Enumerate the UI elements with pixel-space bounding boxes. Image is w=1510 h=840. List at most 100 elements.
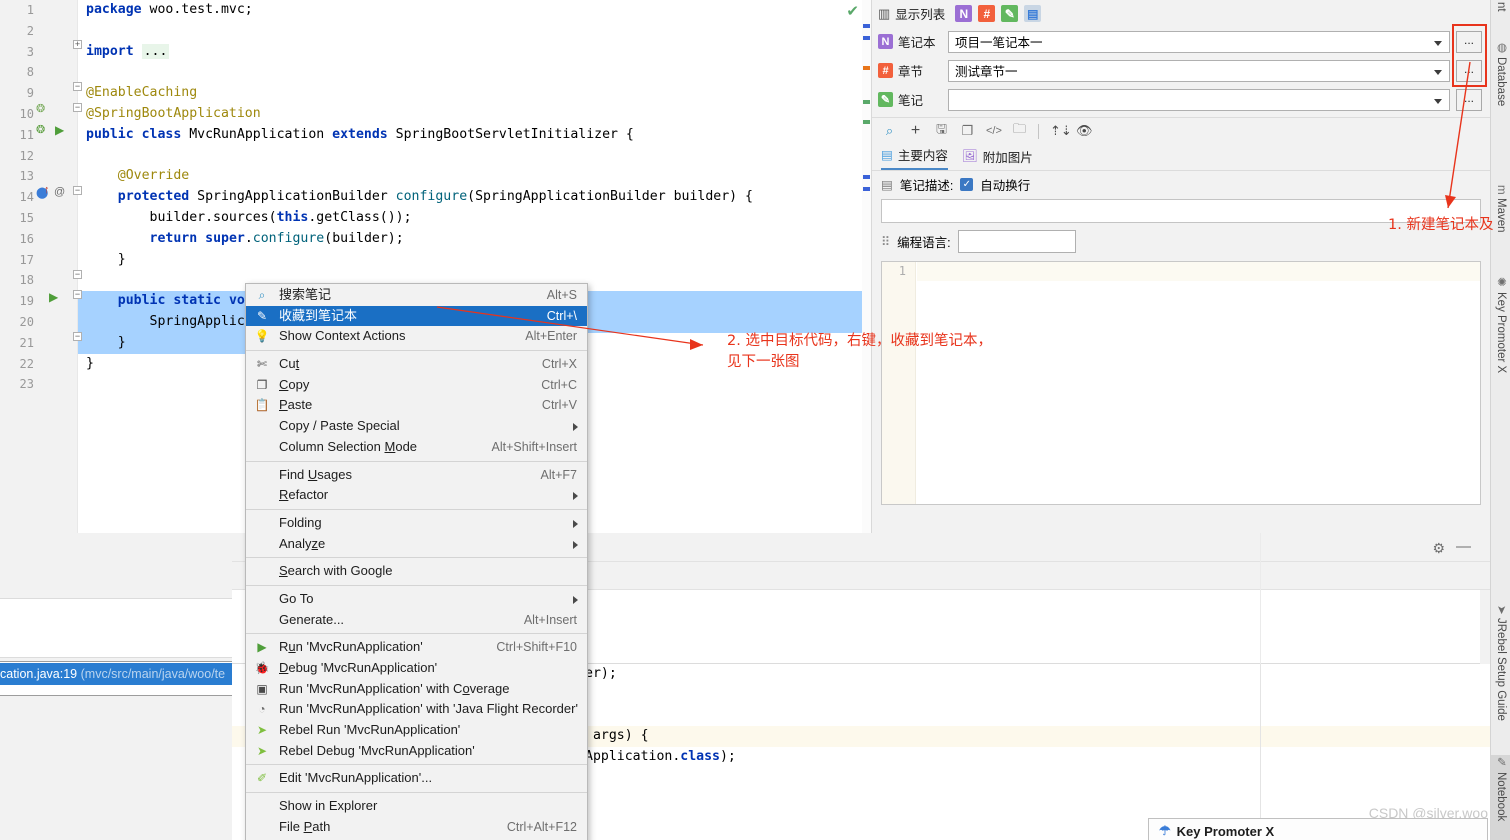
note-combobox[interactable]: [948, 88, 1450, 111]
show-list-icon[interactable]: ▥: [878, 6, 890, 22]
folder-icon[interactable]: 🗀: [1012, 120, 1027, 142]
menu-item-column-selection-mode[interactable]: Column Selection Mode Alt+Shift+Insert: [246, 437, 587, 458]
menu-item-[interactable]: ⌕ 搜索笔记 Alt+S: [246, 285, 587, 306]
tab-attached-image[interactable]: 🖼 附加图片: [962, 147, 1033, 170]
code-line[interactable]: 1 package woo.test.mvc;: [0, 0, 871, 21]
fold-marker-main[interactable]: −: [73, 290, 82, 299]
editor-context-menu[interactable]: ⌕ 搜索笔记 Alt+S ✎ 收藏到笔记本 Ctrl+\ 💡 Show Context Act…: [245, 283, 588, 840]
code-line[interactable]: 8: [0, 62, 871, 83]
file-result-popup[interactable]: cation.java:19 (mvc/src/main/java/woo/te: [0, 661, 233, 696]
code-line[interactable]: 14 protected SpringApplicationBuilder co…: [0, 187, 871, 208]
menu-item-debug-mvcrunapplication[interactable]: 🐞 Debug 'MvcRunApplication': [246, 658, 587, 679]
notebook-combobox[interactable]: 项目一笔记本一: [948, 30, 1450, 53]
add-icon[interactable]: +: [908, 122, 923, 140]
notebook-n-icon[interactable]: N: [955, 5, 973, 22]
menu-item-file-path[interactable]: File Path Ctrl+Alt+F12: [246, 817, 587, 838]
menu-item-paste[interactable]: 📋 Paste Ctrl+V: [246, 395, 587, 416]
code-line[interactable]: 17 }: [0, 250, 871, 271]
menu-item-go-to[interactable]: Go To: [246, 589, 587, 610]
editor-marker-strip[interactable]: [862, 0, 871, 533]
menu-item-[interactable]: ✎ 收藏到笔记本 Ctrl+\: [246, 305, 587, 327]
code-line[interactable]: 12: [0, 146, 871, 167]
minimize-icon[interactable]: —: [1456, 538, 1471, 555]
chevron-down-icon[interactable]: [1434, 69, 1442, 75]
copy-icon[interactable]: ❐: [960, 123, 975, 139]
collapse-icon[interactable]: ⇡⇣: [1050, 123, 1072, 139]
bottom-left-tabstrip[interactable]: [0, 533, 232, 545]
menu-item-rebel-run-mvcrunapplication[interactable]: ➤ Rebel Run 'MvcRunApplication': [246, 720, 587, 741]
code-line[interactable]: 11 public class MvcRunApplication extends…: [0, 125, 871, 146]
fold-marker-class-anno[interactable]: −: [73, 82, 82, 91]
note-content-editor[interactable]: 1: [881, 261, 1481, 505]
clipboard-icon[interactable]: ▤: [1024, 5, 1042, 22]
menu-item-run-mvcrunapplication[interactable]: ▶ Run 'MvcRunApplication' Ctrl+Shift+F10: [246, 637, 587, 658]
annotation-marker-icon[interactable]: @: [54, 186, 65, 198]
spring-boot-icon[interactable]: ❂: [36, 123, 45, 136]
profiler-icon: ◔: [258, 702, 266, 717]
menu-item-find-usages[interactable]: Find Usages Alt+F7: [246, 465, 587, 486]
notebook-tool-window[interactable]: ▥ 显示列表 N # ✎ ▤ N 笔记本 项目一笔记本一 ... # 章节 测试…: [871, 0, 1490, 533]
fold-marker-import[interactable]: +: [73, 40, 82, 49]
menu-item-copy[interactable]: ❐ Copy Ctrl+C: [246, 375, 587, 396]
notebook-field-row: N 笔记本 项目一笔记本一 ...: [872, 27, 1490, 56]
chapter-hash-icon[interactable]: #: [978, 5, 996, 22]
menu-item-rebel-debug-mvcrunapplication[interactable]: ➤ Rebel Debug 'MvcRunApplication': [246, 741, 587, 762]
code-line[interactable]: 2: [0, 21, 871, 42]
menu-separator: [246, 350, 587, 352]
chevron-down-icon[interactable]: [1434, 40, 1442, 46]
line-text: }: [86, 334, 126, 350]
hide-icon[interactable]: 👁: [1076, 123, 1093, 139]
rail-item-truncated[interactable]: nt: [1491, 2, 1510, 32]
code-line[interactable]: 15 builder.sources(this.getClass());: [0, 208, 871, 229]
menu-item-copy-paste-special[interactable]: Copy / Paste Special: [246, 416, 587, 437]
code-line[interactable]: 3 import ...: [0, 42, 871, 63]
run-gutter-icon[interactable]: ▶: [55, 123, 64, 137]
menu-item-run-mvcrunapplication-with-java-flight-recorder[interactable]: ◔ Run 'MvcRunApplication' with 'Java Flig…: [246, 699, 587, 720]
rail-item-kpx[interactable]: ✺ Key Promoter X: [1491, 275, 1510, 400]
chapter-field-label: # 章节: [878, 61, 948, 80]
file-result-item[interactable]: cation.java:19 (mvc/src/main/java/woo/te: [0, 663, 232, 685]
menu-item-edit-mvcrunapplication[interactable]: ✐ Edit 'MvcRunApplication'...: [246, 768, 587, 789]
menu-item-refactor[interactable]: Refactor: [246, 485, 587, 506]
strip-mark: [863, 187, 870, 191]
search-icon[interactable]: ⌕: [882, 123, 897, 139]
programming-language-input[interactable]: [957, 229, 1076, 253]
rail-item-jrebel[interactable]: ➤ JRebel Setup Guide: [1491, 605, 1510, 745]
key-promoter-popup[interactable]: ☂ Key Promoter X: [1148, 818, 1488, 840]
code-icon[interactable]: </>: [986, 125, 1002, 137]
bottom-left-content[interactable]: [0, 598, 232, 658]
fold-marker-main-end[interactable]: −: [73, 332, 82, 341]
menu-item-cut[interactable]: ✄ Cut Ctrl+X: [246, 354, 587, 375]
code-line[interactable]: 16 return super.configure(builder);: [0, 229, 871, 250]
rail-item-maven[interactable]: m Maven: [1491, 185, 1510, 265]
override-arrow-icon[interactable]: ↑: [44, 184, 50, 196]
chevron-down-icon[interactable]: [1434, 98, 1442, 104]
spring-bean-icon[interactable]: ❂: [36, 102, 45, 115]
menu-item-show-context-actions[interactable]: 💡 Show Context Actions Alt+Enter: [246, 326, 587, 347]
menu-item-show-in-explorer[interactable]: Show in Explorer: [246, 796, 587, 817]
right-tool-rail[interactable]: nt ◍ Database m Maven ✺ Key Promoter X ➤ JRebel …: [1490, 0, 1510, 840]
code-line[interactable]: 13 @Override: [0, 166, 871, 187]
chapter-combobox[interactable]: 测试章节一: [948, 59, 1450, 82]
menu-item-folding[interactable]: Folding: [246, 513, 587, 534]
note-pencil-icon[interactable]: ✎: [1001, 5, 1019, 22]
menu-item-run-mvcrunapplication-with-coverage[interactable]: ▣ Run 'MvcRunApplication' with Coverage: [246, 679, 587, 700]
note-more-button[interactable]: ...: [1456, 88, 1482, 111]
fold-marker-method-end[interactable]: −: [73, 270, 82, 279]
menu-item-label: Copy: [279, 376, 310, 392]
menu-item-generate[interactable]: Generate... Alt+Insert: [246, 610, 587, 631]
save-icon[interactable]: 🖫: [934, 120, 949, 142]
code-line[interactable]: 9 @EnableCaching: [0, 83, 871, 104]
run-main-gutter-icon[interactable]: ▶: [49, 290, 58, 304]
tab-main-content[interactable]: ▤ 主要内容: [881, 145, 948, 170]
fold-marker-class[interactable]: −: [73, 103, 82, 112]
auto-wrap-checkbox[interactable]: ✓: [960, 177, 974, 191]
chevron-right-icon: [573, 540, 578, 549]
code-line[interactable]: 10 @SpringBootApplication: [0, 104, 871, 125]
rail-item-database[interactable]: ◍ Database: [1491, 40, 1510, 140]
rail-item-notebook[interactable]: ✎ Notebook: [1491, 755, 1510, 840]
gear-icon[interactable]: ⚙: [1432, 540, 1445, 557]
fold-marker-method[interactable]: −: [73, 186, 82, 195]
menu-item-analyze[interactable]: Analyze: [246, 534, 587, 555]
menu-item-search-with-google[interactable]: Search with Google: [246, 561, 587, 582]
